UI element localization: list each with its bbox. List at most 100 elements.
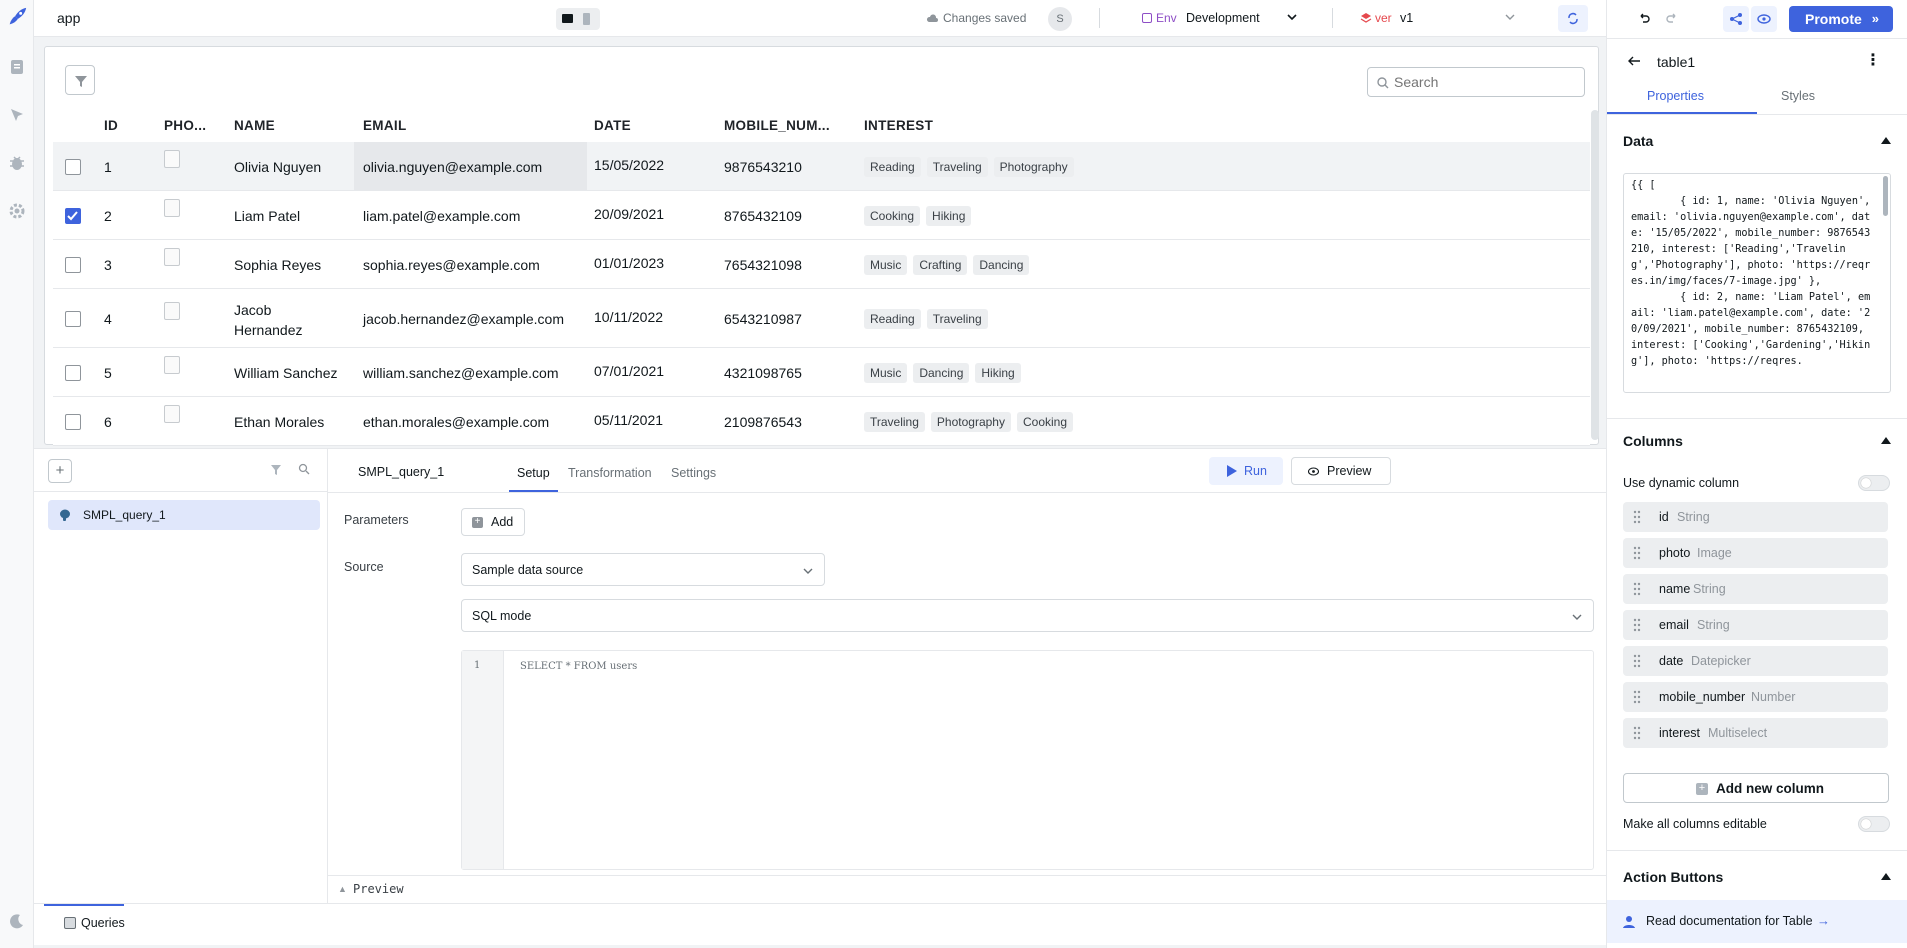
share-button[interactable] [1723, 6, 1749, 32]
preview-eye-button[interactable] [1751, 6, 1777, 32]
cell-interest[interactable]: Traveling Photography Cooking [864, 412, 1079, 432]
column-header-email[interactable]: EMAIL [363, 118, 407, 133]
cell-interest[interactable]: Music Dancing Hiking [864, 363, 1027, 383]
table-row[interactable]: 2 Liam Patel liam.patel@example.com 20/09/2… [53, 191, 1590, 240]
filter-button[interactable] [65, 65, 95, 95]
row-checkbox[interactable] [65, 414, 81, 430]
column-header-id[interactable]: ID [104, 118, 118, 133]
caret-up-icon[interactable]: ▲ [338, 884, 347, 894]
column-item-interest[interactable]: interest Multiselect [1623, 718, 1888, 748]
column-item-mobile-number[interactable]: mobile_number Number [1623, 682, 1888, 712]
cell-mobile-number[interactable]: 2109876543 [724, 414, 802, 430]
cell-date[interactable]: 07/01/2021 [594, 363, 664, 379]
drag-handle-icon[interactable] [1633, 690, 1641, 704]
drag-handle-icon[interactable] [1633, 546, 1641, 560]
cell-id[interactable]: 3 [104, 257, 112, 273]
cell-email[interactable]: jacob.hernandez@example.com [363, 311, 564, 327]
rocket-logo-icon[interactable] [6, 6, 28, 28]
cell-id[interactable]: 2 [104, 208, 112, 224]
cell-mobile-number[interactable]: 8765432109 [724, 208, 802, 224]
user-avatar[interactable]: S [1048, 7, 1072, 31]
cell-date[interactable]: 10/11/2022 [594, 309, 663, 325]
cell-name[interactable]: Liam Patel [234, 208, 300, 224]
cell-name[interactable]: Ethan Morales [234, 414, 324, 430]
editable-columns-toggle[interactable] [1858, 816, 1890, 832]
row-checkbox[interactable] [65, 365, 81, 381]
table-row[interactable]: 5 William Sanchez william.sanchez@example.… [53, 348, 1590, 397]
cell-interest[interactable]: Cooking Hiking [864, 206, 977, 226]
cell-email[interactable]: ethan.morales@example.com [363, 414, 549, 430]
table-row[interactable]: 1 Olivia Nguyen olivia.nguyen@example.com 1… [53, 142, 1590, 191]
preview-button[interactable]: Preview [1291, 457, 1391, 485]
version-dropdown-value[interactable]: v1 [1400, 0, 1413, 37]
cell-interest[interactable]: Reading Traveling [864, 309, 994, 329]
column-header-name[interactable]: NAME [234, 118, 275, 133]
table-row[interactable]: 3 Sophia Reyes sophia.reyes@example.com 01/… [53, 240, 1590, 289]
cell-name[interactable]: Olivia Nguyen [234, 159, 321, 175]
cell-name[interactable]: Jacob Hernandez [234, 300, 304, 340]
cell-email[interactable]: olivia.nguyen@example.com [363, 159, 542, 175]
column-item-name[interactable]: name String [1623, 574, 1888, 604]
chevron-down-icon[interactable] [1286, 12, 1298, 22]
column-item-id[interactable]: id String [1623, 502, 1888, 532]
column-header-date[interactable]: DATE [594, 118, 631, 133]
drag-handle-icon[interactable] [1633, 582, 1641, 596]
app-name[interactable]: app [57, 0, 80, 37]
tab-settings[interactable]: Settings [671, 466, 716, 480]
add-new-column-button[interactable]: + Add new column [1623, 773, 1889, 803]
data-code-editor[interactable]: {{ [ { id: 1, name: 'Olivia Nguyen', ema… [1623, 173, 1891, 393]
dark-mode-moon-icon[interactable] [8, 912, 26, 930]
column-item-photo[interactable]: photo Image [1623, 538, 1888, 568]
component-name[interactable]: table1 [1657, 54, 1695, 70]
desktop-icon[interactable] [562, 14, 573, 23]
cell-email[interactable]: william.sanchez@example.com [363, 365, 559, 381]
tab-styles[interactable]: Styles [1781, 89, 1815, 103]
cell-date[interactable]: 20/09/2021 [594, 206, 664, 222]
cell-name[interactable]: Sophia Reyes [234, 257, 321, 273]
mobile-icon[interactable] [583, 13, 590, 25]
undo-icon[interactable] [1637, 12, 1651, 26]
cell-id[interactable]: 1 [104, 159, 112, 175]
queries-tab[interactable]: Queries [81, 916, 125, 930]
cell-mobile-number[interactable]: 4321098765 [724, 365, 802, 381]
run-button[interactable]: Run [1209, 457, 1283, 485]
row-checkbox[interactable] [65, 159, 81, 175]
drag-handle-icon[interactable] [1633, 618, 1641, 632]
cell-mobile-number[interactable]: 6543210987 [724, 311, 802, 327]
source-dropdown[interactable]: Sample data source [461, 553, 825, 586]
drag-handle-icon[interactable] [1633, 726, 1641, 740]
row-checkbox[interactable] [65, 257, 81, 273]
collapse-caret-icon[interactable] [1881, 437, 1891, 444]
scrollbar[interactable] [1883, 176, 1888, 216]
cell-mobile-number[interactable]: 9876543210 [724, 159, 802, 175]
data-section-title[interactable]: Data [1623, 133, 1653, 149]
documentation-banner[interactable]: Read documentation for Table → [1607, 900, 1907, 943]
drag-handle-icon[interactable] [1633, 654, 1641, 668]
cell-date[interactable]: 01/01/2023 [594, 255, 664, 271]
sql-mode-dropdown[interactable]: SQL mode [461, 599, 1594, 632]
action-buttons-section-title[interactable]: Action Buttons [1623, 869, 1723, 885]
cell-interest[interactable]: Reading Traveling Photography [864, 157, 1080, 177]
cell-interest[interactable]: Music Crafting Dancing [864, 255, 1035, 275]
tab-transformation[interactable]: Transformation [568, 466, 652, 480]
column-item-email[interactable]: email String [1623, 610, 1888, 640]
column-header-photo[interactable]: PHO... [164, 118, 206, 133]
back-arrow-icon[interactable] [1627, 55, 1641, 67]
cell-date[interactable]: 15/05/2022 [594, 157, 664, 173]
debugger-bug-icon[interactable] [8, 154, 26, 172]
inspector-icon[interactable] [8, 106, 26, 124]
chevron-down-icon[interactable] [1504, 12, 1516, 22]
table-row[interactable]: 6 Ethan Morales ethan.morales@example.com 0… [53, 397, 1590, 446]
more-vertical-icon[interactable]: ⋮ [1865, 50, 1881, 70]
drag-handle-icon[interactable] [1633, 510, 1641, 524]
cell-email[interactable]: liam.patel@example.com [363, 208, 520, 224]
search-icon[interactable] [298, 463, 310, 475]
preview-footer-label[interactable]: Preview [353, 882, 404, 896]
column-item-date[interactable]: date Datepicker [1623, 646, 1888, 676]
search-input[interactable] [1394, 72, 1574, 92]
table-search-field[interactable] [1367, 67, 1585, 97]
collapse-caret-icon[interactable] [1881, 873, 1891, 880]
tab-setup[interactable]: Setup [517, 466, 550, 480]
refresh-button[interactable] [1558, 5, 1588, 32]
filter-icon[interactable] [270, 464, 282, 476]
